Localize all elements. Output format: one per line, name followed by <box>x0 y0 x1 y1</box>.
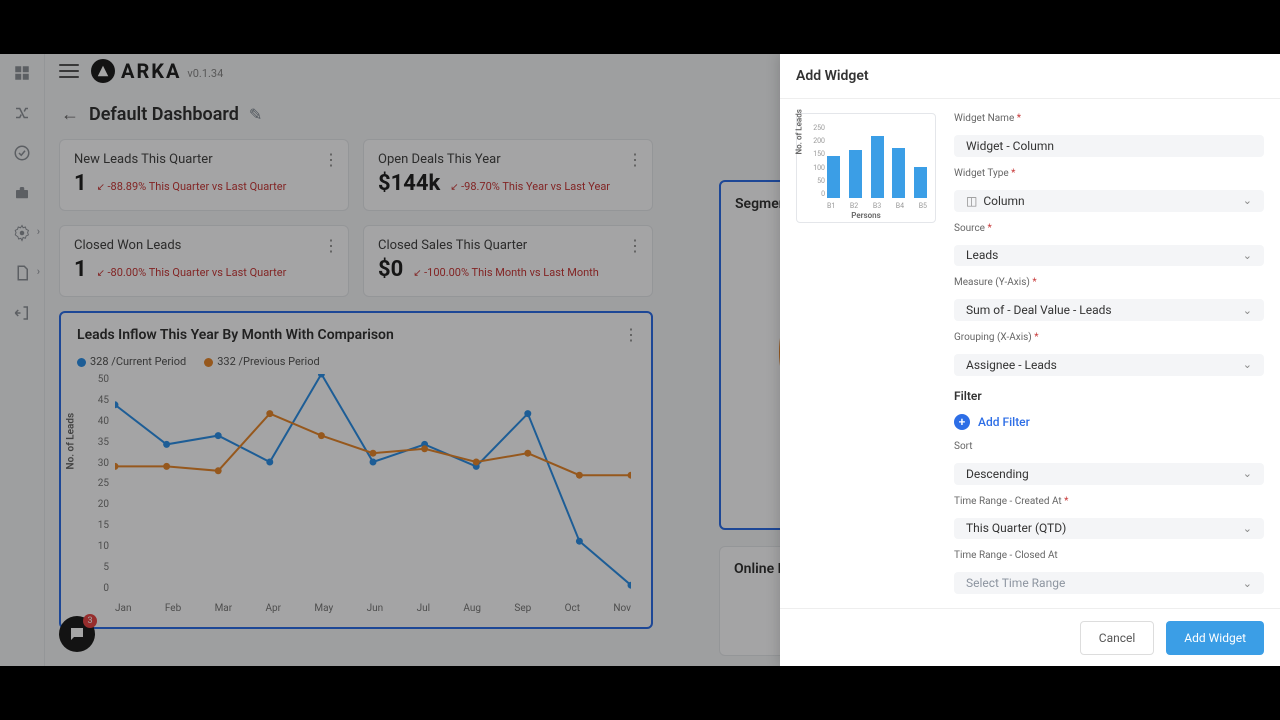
cancel-button[interactable]: Cancel <box>1080 621 1155 655</box>
chart-title: Leads Inflow This Year By Month With Com… <box>77 327 635 343</box>
label-sort: Sort <box>954 441 1264 452</box>
menu-button[interactable] <box>59 64 79 78</box>
card-title: Closed Won Leads <box>74 238 334 253</box>
card-delta: -80.00% This Quarter vs Last Quarter <box>97 266 287 279</box>
logo-icon <box>91 59 115 83</box>
chart-xticks: JanFebMarAprMayJunJulAugSepOctNov <box>115 603 631 614</box>
chat-badge: 3 <box>83 614 97 628</box>
card-menu-icon[interactable]: ⋮ <box>627 150 642 169</box>
back-arrow-icon[interactable]: ← <box>61 104 79 125</box>
brand-logo: ARKA v0.1.34 <box>91 59 223 83</box>
label-grouping: Grouping (X-Axis) * <box>954 332 1264 343</box>
chart-plot <box>115 374 631 594</box>
card-value: $144k <box>378 171 440 196</box>
input-widget-name[interactable]: Widget - Column <box>954 135 1264 157</box>
card-menu-icon[interactable]: ⋮ <box>627 236 642 255</box>
select-time-closed[interactable]: Select Time Range⌄ <box>954 572 1264 594</box>
select-widget-type[interactable]: ◫Column⌄ <box>954 190 1264 212</box>
card-delta: -100.00% This Month vs Last Month <box>413 266 599 279</box>
stat-card-closed-sales: ⋮ Closed Sales This Quarter $0 -100.00% … <box>363 225 653 297</box>
card-menu-icon[interactable]: ⋮ <box>323 150 338 169</box>
label-widget-type: Widget Type * <box>954 168 1264 179</box>
add-widget-drawer: Add Widget No. of Leads 250200150100500 … <box>780 54 1280 666</box>
nav-dashboard-icon[interactable] <box>13 64 31 82</box>
chart-ylabel: No. of Leads <box>66 413 77 470</box>
app-version: v0.1.34 <box>187 67 223 80</box>
widget-preview: No. of Leads 250200150100500 B1B2B3B4B5 … <box>796 113 936 223</box>
nav-rail <box>0 54 45 666</box>
select-measure[interactable]: Sum of - Deal Value - Leads⌄ <box>954 299 1264 321</box>
label-source: Source * <box>954 223 1264 234</box>
nav-logout-icon[interactable] <box>13 304 31 322</box>
select-source[interactable]: Leads⌄ <box>954 245 1264 267</box>
edit-title-icon[interactable]: ✎ <box>249 105 262 124</box>
stat-card-closed-won: ⋮ Closed Won Leads 1 -80.00% This Quarte… <box>59 225 349 297</box>
card-menu-icon[interactable]: ⋮ <box>623 325 639 344</box>
page-title: Default Dashboard <box>89 104 239 125</box>
chat-widget[interactable]: 3 <box>59 616 95 652</box>
plus-icon: + <box>954 414 970 430</box>
nav-check-icon[interactable] <box>13 144 31 162</box>
stat-card-new-leads: ⋮ New Leads This Quarter 1 -88.89% This … <box>59 139 349 211</box>
select-time-created[interactable]: This Quarter (QTD)⌄ <box>954 518 1264 540</box>
legend-previous: 332 /Previous Period <box>204 355 319 368</box>
filter-section-title: Filter <box>954 389 1264 403</box>
label-measure: Measure (Y-Axis) * <box>954 277 1264 288</box>
chart-card-leads-inflow: ⋮ Leads Inflow This Year By Month With C… <box>59 311 653 629</box>
card-value: 1 <box>74 257 87 282</box>
add-filter-button[interactable]: +Add Filter <box>954 414 1264 430</box>
nav-settings-icon[interactable] <box>13 224 31 242</box>
card-title: Closed Sales This Quarter <box>378 238 638 253</box>
add-widget-button[interactable]: Add Widget <box>1166 621 1264 655</box>
nav-shuffle-icon[interactable] <box>13 104 31 122</box>
card-value: $0 <box>378 257 403 282</box>
card-value: 1 <box>74 171 87 196</box>
stat-card-open-deals: ⋮ Open Deals This Year $144k -98.70% Thi… <box>363 139 653 211</box>
nav-document-icon[interactable] <box>13 264 31 282</box>
brand-name: ARKA <box>121 59 181 83</box>
legend-current: 328 /Current Period <box>77 355 186 368</box>
select-grouping[interactable]: Assignee - Leads⌄ <box>954 354 1264 376</box>
label-widget-name: Widget Name * <box>954 113 1264 124</box>
card-delta: -98.70% This Year vs Last Year <box>450 180 610 193</box>
label-time-closed: Time Range - Closed At <box>954 550 1264 561</box>
card-title: New Leads This Quarter <box>74 152 334 167</box>
select-sort[interactable]: Descending⌄ <box>954 463 1264 485</box>
nav-briefcase-icon[interactable] <box>13 184 31 202</box>
label-time-created: Time Range - Created At * <box>954 496 1264 507</box>
chart-yticks: 50454035302520151050 <box>87 374 109 594</box>
card-delta: -88.89% This Quarter vs Last Quarter <box>97 180 287 193</box>
drawer-title: Add Widget <box>780 54 1280 99</box>
card-menu-icon[interactable]: ⋮ <box>323 236 338 255</box>
card-title: Open Deals This Year <box>378 152 638 167</box>
